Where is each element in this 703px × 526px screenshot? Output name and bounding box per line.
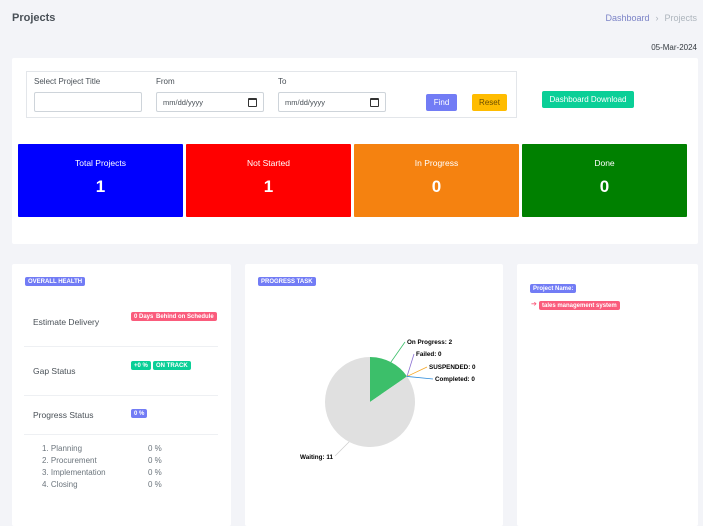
progress-status-badge: 0 % xyxy=(131,409,148,418)
from-date-input[interactable]: mm/dd/yyyy xyxy=(156,92,264,112)
calendar-icon[interactable] xyxy=(248,97,257,107)
pie-label: On Progress: 2 xyxy=(407,339,453,346)
phase-name: 3. Implementation xyxy=(42,468,106,477)
to-date-placeholder: mm/dd/yyyy xyxy=(285,97,326,107)
chevron-right-icon: › xyxy=(655,13,659,23)
project-title-select[interactable] xyxy=(34,92,142,112)
reset-button[interactable]: Reset xyxy=(472,94,507,111)
project-title-label: Select Project Title xyxy=(34,77,101,86)
arrow-right-icon: ➔ xyxy=(531,301,537,308)
breadcrumb-dashboard-link[interactable]: Dashboard xyxy=(605,13,649,23)
divider xyxy=(24,346,218,347)
stat-value: 1 xyxy=(263,177,274,196)
gap-status-label: Gap Status xyxy=(33,366,76,376)
phase-name: 2. Procurement xyxy=(42,456,97,465)
progress-status-label: Progress Status xyxy=(33,410,94,420)
phase-value: 0 % xyxy=(148,468,162,477)
filter-card: Select Project Title From mm/dd/yyyy To … xyxy=(12,58,698,244)
pie-leader-line xyxy=(406,366,428,377)
from-date-placeholder: mm/dd/yyyy xyxy=(163,97,204,107)
gap-percent-badge: +0 % xyxy=(131,361,151,370)
phase-name: 1. Planning xyxy=(42,444,83,453)
overall-health-card: OVERALL HEALTH Estimate Delivery 0 Days … xyxy=(12,264,231,526)
filter-form: Select Project Title From mm/dd/yyyy To … xyxy=(26,71,517,118)
schedule-status-badge: Behind on Schedule xyxy=(153,312,217,321)
pie-label: SUSPENDED: 0 xyxy=(429,364,476,371)
progress-pie-chart: On Progress: 2 Failed: 0 SUSPENDED: 0 Compl… xyxy=(300,339,476,461)
stat-label: Total Projects xyxy=(74,158,127,168)
dashboard-download-button[interactable]: Dashboard Download xyxy=(542,91,634,108)
breadcrumb: Dashboard › Projects xyxy=(605,13,697,23)
find-button[interactable]: Find xyxy=(426,94,457,111)
phase-value: 0 % xyxy=(148,444,162,453)
divider xyxy=(24,395,218,396)
stat-done: Done 0 xyxy=(522,144,687,217)
project-name-title: Project Name: xyxy=(530,284,577,293)
stat-not-started: Not Started 1 xyxy=(186,144,351,217)
phase-value: 0 % xyxy=(148,480,162,489)
to-date-input[interactable]: mm/dd/yyyy xyxy=(278,92,386,112)
calendar-icon[interactable] xyxy=(370,97,379,107)
pie-label: Completed: 0 xyxy=(435,376,475,383)
pie-leader-line xyxy=(334,441,350,457)
estimate-delivery-label: Estimate Delivery xyxy=(33,317,100,327)
pie-leader-line xyxy=(390,341,406,363)
page-title: Projects xyxy=(12,12,56,24)
from-label: From xyxy=(156,77,175,86)
stat-value: 0 xyxy=(431,177,442,196)
pie-leader-line xyxy=(406,353,415,377)
project-item-badge[interactable]: tales management system xyxy=(539,301,620,310)
divider xyxy=(24,434,218,435)
stat-label: In Progress xyxy=(414,158,459,168)
breadcrumb-projects: Projects xyxy=(664,13,697,23)
overall-health-title: OVERALL HEALTH xyxy=(25,277,86,286)
phase-name: 4. Closing xyxy=(42,480,78,489)
stat-value: 1 xyxy=(95,177,106,196)
pie-label: Failed: 0 xyxy=(416,351,442,358)
stat-label: Not Started xyxy=(247,158,290,168)
project-name-card: Project Name: ➔ tales management system xyxy=(517,264,698,526)
pie-label: Waiting: 11 xyxy=(300,454,334,461)
to-label: To xyxy=(278,77,287,86)
stat-total-projects: Total Projects 1 xyxy=(18,144,183,217)
stat-value: 0 xyxy=(599,177,610,196)
progress-task-card: PROGRESS TASK On Progress: 2 Failed: 0 SUS… xyxy=(245,264,503,526)
current-date: 05-Mar-2024 xyxy=(651,43,697,52)
gap-track-badge: ON TRACK xyxy=(153,361,191,370)
pie-leader-line xyxy=(406,376,434,380)
stat-label: Done xyxy=(594,158,615,168)
phase-value: 0 % xyxy=(148,456,162,465)
stat-in-progress: In Progress 0 xyxy=(354,144,519,217)
